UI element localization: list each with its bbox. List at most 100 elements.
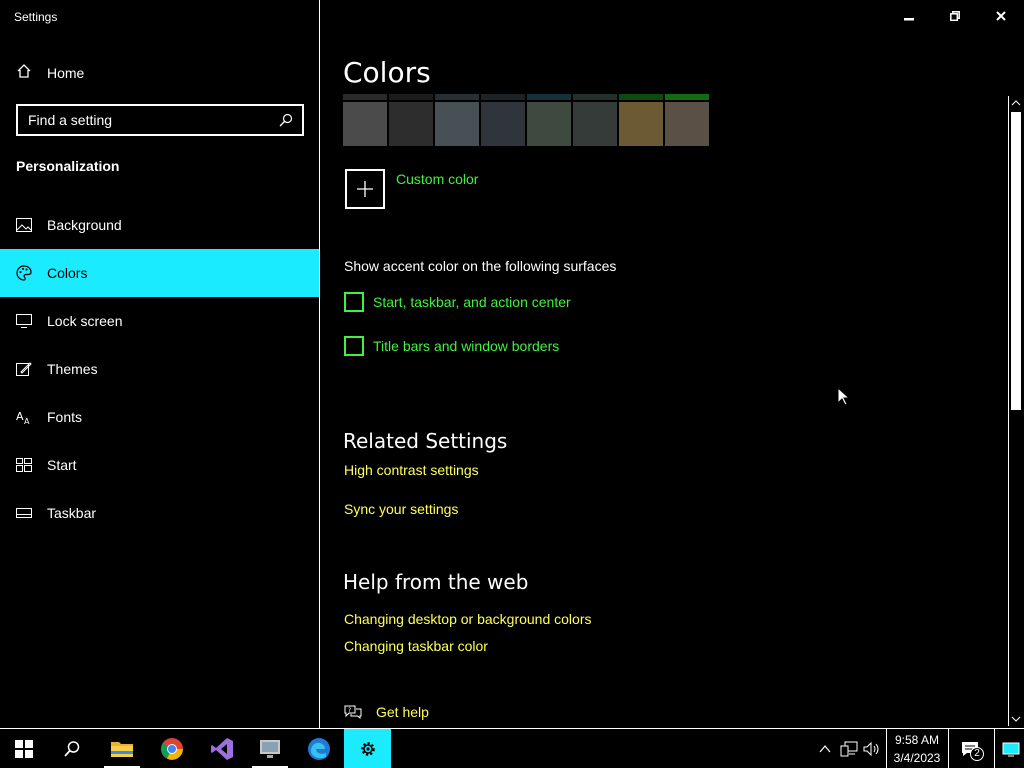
network-tray-button[interactable] [838, 729, 860, 768]
checkbox[interactable] [344, 336, 364, 356]
home-nav-item[interactable]: Home [0, 56, 319, 90]
sidebar-item-label: Background [47, 217, 122, 233]
search-placeholder: Find a setting [28, 112, 113, 128]
swatch-row-partial [343, 94, 711, 100]
svg-text:A: A [16, 410, 24, 423]
taskbar-visual-studio[interactable] [198, 729, 246, 768]
taskbar-icon [16, 505, 32, 521]
tray-divider [994, 729, 995, 768]
help-link-taskbar-color[interactable]: Changing taskbar color [344, 638, 488, 654]
home-icon [16, 63, 32, 84]
start-button[interactable] [0, 729, 48, 768]
color-swatch[interactable] [573, 102, 617, 146]
help-link-desktop-colors[interactable]: Changing desktop or background colors [344, 611, 592, 627]
plus-icon [357, 181, 373, 197]
sidebar-item-fonts[interactable]: AA Fonts [0, 393, 319, 441]
fonts-icon: AA [16, 409, 32, 425]
volume-tray-button[interactable] [861, 729, 883, 768]
tray-divider [886, 729, 887, 768]
edge-icon [308, 738, 330, 760]
remote-desktop-icon [260, 740, 280, 758]
custom-color-button[interactable] [345, 169, 385, 209]
related-settings-heading: Related Settings [343, 429, 508, 453]
high-contrast-link[interactable]: High contrast settings [344, 462, 479, 478]
section-label: Personalization [16, 158, 120, 174]
show-hidden-icons-button[interactable] [814, 729, 836, 768]
accent-surfaces-heading: Show accent color on the following surfa… [344, 258, 617, 274]
taskbar-file-explorer[interactable] [98, 729, 146, 768]
sidebar-item-themes[interactable]: Themes [0, 345, 319, 393]
clock-date: 3/4/2023 [893, 751, 941, 765]
color-swatch[interactable] [343, 102, 387, 146]
color-swatch[interactable] [481, 102, 525, 146]
sidebar-item-label: Start [47, 457, 77, 473]
checkbox-label: Title bars and window borders [373, 338, 560, 354]
notification-count-badge: 2 [970, 747, 984, 761]
color-swatch[interactable] [435, 102, 479, 146]
clock-button[interactable]: 9:58 AM 3/4/2023 [888, 731, 946, 767]
search-input[interactable]: Find a setting [16, 104, 304, 136]
taskbar-settings[interactable] [344, 729, 391, 768]
taskbar-remote-desktop[interactable] [246, 729, 294, 768]
mouse-cursor-icon [837, 386, 851, 412]
color-swatch[interactable] [527, 102, 571, 146]
svg-text:A: A [24, 417, 30, 425]
sidebar-item-label: Fonts [47, 409, 83, 425]
sidebar-item-label: Taskbar [47, 505, 97, 521]
checkbox-start-taskbar[interactable]: Start, taskbar, and action center [344, 292, 571, 312]
settings-icon [360, 742, 375, 756]
get-help-link[interactable]: ? Get help [344, 704, 429, 720]
clock-time: 9:58 AM [894, 733, 940, 747]
volume-icon [863, 741, 879, 757]
sidebar-nav: Background Colors Lock screen Themes AA … [0, 201, 319, 537]
image-icon [16, 217, 32, 233]
scroll-up-arrow[interactable] [1009, 96, 1023, 110]
main-content: Colors Custom color Show accent color on… [321, 0, 1024, 728]
color-swatch[interactable] [619, 102, 663, 146]
windows-logo-icon [15, 740, 33, 758]
scrollbar-thumb[interactable] [1011, 112, 1021, 410]
search-icon[interactable] [278, 112, 294, 128]
sidebar-item-label: Themes [47, 361, 98, 377]
sidebar-item-colors[interactable]: Colors [0, 249, 319, 297]
show-desktop-button[interactable] [998, 729, 1024, 768]
color-swatch[interactable] [665, 102, 709, 146]
app-title: Settings [14, 10, 58, 24]
sidebar: Settings Home Find a setting Personaliza… [0, 0, 320, 728]
home-label: Home [47, 65, 85, 81]
sidebar-item-start[interactable]: Start [0, 441, 319, 489]
help-heading: Help from the web [343, 570, 529, 594]
themes-icon [16, 361, 32, 377]
network-icon [840, 741, 858, 757]
get-help-label: Get help [376, 704, 429, 720]
scroll-down-arrow[interactable] [1009, 712, 1023, 726]
lock-screen-icon [16, 313, 32, 329]
checkbox-label: Start, taskbar, and action center [373, 294, 571, 310]
taskbar-edge[interactable] [295, 729, 343, 768]
checkbox[interactable] [344, 292, 364, 312]
custom-color-link[interactable]: Custom color [396, 171, 478, 187]
sidebar-item-label: Colors [47, 265, 88, 281]
checkbox-title-bars[interactable]: Title bars and window borders [344, 336, 559, 356]
visual-studio-icon [211, 738, 233, 760]
color-swatch[interactable] [389, 102, 433, 146]
chevron-up-icon [819, 745, 831, 753]
taskbar-search-button[interactable] [48, 729, 96, 768]
start-icon [16, 457, 32, 473]
sidebar-item-background[interactable]: Background [0, 201, 319, 249]
search-icon [64, 741, 80, 757]
sidebar-item-lock-screen[interactable]: Lock screen [0, 297, 319, 345]
color-swatches [343, 102, 711, 146]
scrollbar[interactable] [1008, 96, 1022, 726]
sidebar-item-taskbar[interactable]: Taskbar [0, 489, 319, 537]
palette-icon [16, 265, 32, 281]
sidebar-item-label: Lock screen [47, 313, 123, 329]
tray-divider [948, 729, 949, 768]
chat-help-icon: ? [344, 705, 362, 720]
taskbar-chrome[interactable] [148, 729, 196, 768]
desktop-icon [1002, 742, 1020, 757]
page-title: Colors [343, 56, 431, 89]
chrome-icon [161, 738, 183, 760]
taskbar: 9:58 AM 3/4/2023 [0, 728, 1024, 768]
sync-settings-link[interactable]: Sync your settings [344, 501, 458, 517]
